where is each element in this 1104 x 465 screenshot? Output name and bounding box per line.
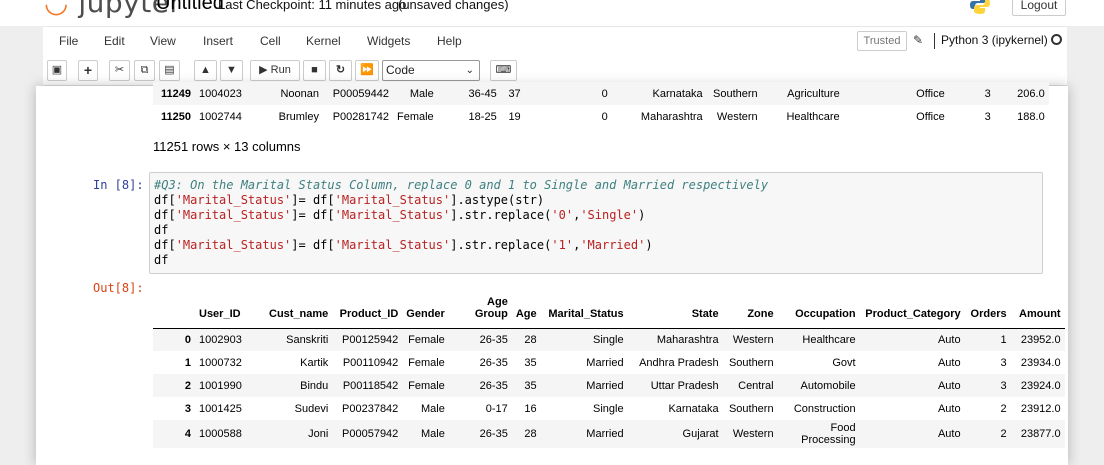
restart-run-all-icon[interactable]: ⏩: [355, 60, 379, 81]
run-label: Run: [270, 64, 291, 76]
kernel-name[interactable]: Python 3 (ipykernel): [941, 33, 1048, 47]
notebook-area: 11249 1004023 Noonan P00059442 Male 36-4…: [36, 82, 1068, 465]
output-prompt: Out[8]:: [93, 281, 144, 295]
copy-icon[interactable]: ⧉: [134, 60, 155, 81]
table-row: 11249 1004023 Noonan P00059442 Male 36-4…: [153, 82, 1049, 105]
save-icon[interactable]: ▣: [47, 60, 67, 81]
edit-pencil-icon[interactable]: ✎: [913, 33, 923, 47]
dataframe-output-table: User_ID Cust_name Product_ID Gender Age …: [153, 294, 1065, 448]
move-up-icon[interactable]: ▲: [194, 60, 217, 81]
checkpoint-status: Last Checkpoint: 11 minutes ago: [218, 0, 407, 12]
menu-cell[interactable]: Cell: [260, 34, 281, 48]
column-header: Gender: [402, 294, 449, 329]
dataframe-shape-info: 11251 rows × 13 columns: [153, 139, 301, 154]
python-logo-icon: [970, 0, 990, 14]
stop-icon[interactable]: ■: [303, 60, 326, 81]
table-row: 3 1001425 Sudevi P00237842 Male 0-17 16 …: [184, 402, 1061, 415]
run-button[interactable]: ▶ Run: [250, 60, 300, 81]
column-header: Age: [511, 294, 541, 329]
code-editor[interactable]: #Q3: On the Marital Status Column, repla…: [154, 178, 768, 268]
input-prompt: In [8]:: [93, 178, 144, 192]
column-header: Product_ID: [332, 294, 403, 329]
column-header: Cust_name: [265, 294, 333, 329]
table-row: 1 1000732 Kartik P00110942 Female 26-35 …: [184, 356, 1061, 369]
menu-edit[interactable]: Edit: [104, 34, 125, 48]
paste-icon[interactable]: ▤: [159, 60, 180, 81]
table-row: 2 1001990 Bindu P00118542 Female 26-35 3…: [153, 374, 1065, 397]
column-header: State: [627, 294, 723, 329]
cell-type-value: Code: [386, 63, 415, 77]
notebook-header: ◡ jupyter Untitled Last Checkpoint: 11 m…: [0, 0, 1104, 26]
menu-bar: File Edit View Insert Cell Kernel Widget…: [43, 26, 1067, 56]
keyboard-icon[interactable]: ⌨: [490, 60, 517, 81]
add-cell-icon[interactable]: +: [78, 60, 98, 81]
table-row: 4 1000588 Joni P00057942 Male 26-35 28 M…: [153, 420, 1065, 448]
kernel-divider: [934, 33, 935, 49]
column-header: Amount: [1010, 294, 1065, 329]
restart-icon[interactable]: ↻: [329, 60, 352, 81]
autosave-status: (unsaved changes): [398, 0, 509, 12]
logout-button[interactable]: Logout: [1012, 0, 1066, 16]
menu-help[interactable]: Help: [437, 34, 462, 48]
column-header: Marital_Status: [540, 294, 628, 329]
table-row: 0 1002903 Sanskriti P00125942 Female 26-…: [153, 328, 1065, 351]
code-comment: #Q3: On the Marital Status Column, repla…: [154, 178, 769, 192]
dataframe-tail-table: 11249 1004023 Noonan P00059442 Male 36-4…: [153, 82, 1049, 128]
column-header: Zone: [722, 294, 778, 329]
code-cell[interactable]: #Q3: On the Marital Status Column, repla…: [149, 172, 1043, 274]
column-header: Orders: [964, 294, 1011, 329]
column-header: User_ID: [195, 294, 265, 329]
trusted-badge[interactable]: Trusted: [857, 31, 907, 51]
menu-insert[interactable]: Insert: [203, 34, 233, 48]
column-header: Product_Category: [859, 294, 965, 329]
column-header: Occupation: [777, 294, 860, 329]
move-down-icon[interactable]: ▼: [220, 60, 243, 81]
kernel-idle-indicator-icon: [1051, 34, 1062, 45]
notebook-name[interactable]: Untitled: [156, 0, 224, 15]
column-header: Age Group: [448, 294, 512, 329]
cell-type-select[interactable]: Code ⌄: [382, 60, 480, 81]
menu-view[interactable]: View: [150, 34, 176, 48]
menu-file[interactable]: File: [59, 34, 78, 48]
cut-icon[interactable]: ✂: [109, 60, 130, 81]
menu-kernel[interactable]: Kernel: [306, 34, 341, 48]
table-header-row: User_ID Cust_name Product_ID Gender Age …: [153, 294, 1065, 329]
chevron-down-icon: ⌄: [465, 65, 474, 76]
table-row: 11250 1002744 Brumley P00281742 Female 1…: [161, 110, 1045, 123]
menu-widgets[interactable]: Widgets: [367, 34, 410, 48]
